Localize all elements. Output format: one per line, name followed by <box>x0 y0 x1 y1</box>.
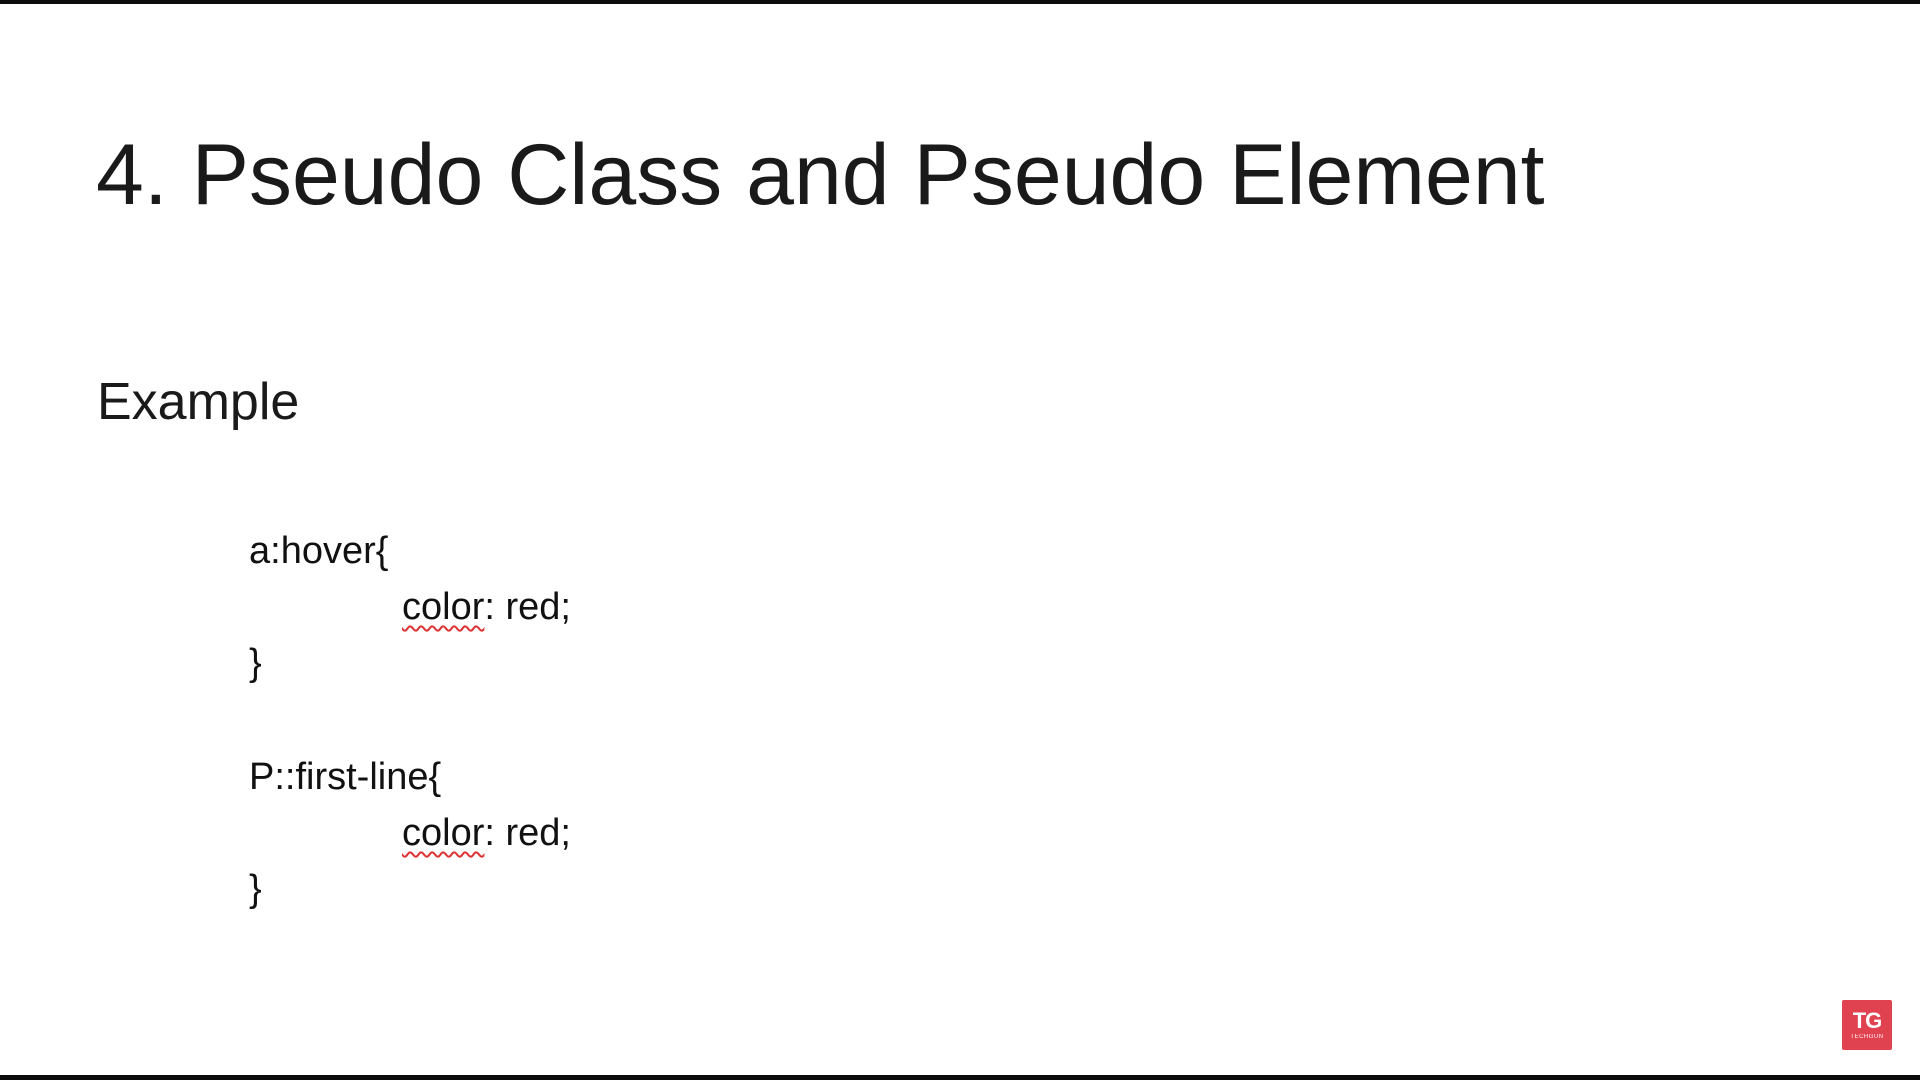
code-block1-open: a:hover{ <box>249 530 389 572</box>
code-block1-declaration: color: red; <box>402 588 571 626</box>
techgun-logo-icon: TG TECHGUN <box>1842 1000 1892 1050</box>
bottom-border <box>0 1075 1920 1080</box>
logo-mark: TG <box>1852 1008 1883 1033</box>
code-block2-close: } <box>249 868 262 910</box>
code-block2-value: : red; <box>484 812 571 854</box>
slide-title: 4. Pseudo Class and Pseudo Element <box>96 127 1545 223</box>
code-block2-declaration: color: red; <box>402 814 571 852</box>
code-block1-close: } <box>249 642 262 684</box>
logo-brand: TECHGUN <box>1850 1034 1884 1040</box>
slide-subtitle: Example <box>97 373 300 431</box>
code-block1-property: color <box>402 586 485 628</box>
code-block1-value: : red; <box>484 586 571 628</box>
code-block2-property: color <box>402 812 485 854</box>
slide: 4. Pseudo Class and Pseudo Element Examp… <box>0 4 1920 1075</box>
code-block2-open: P::first-line{ <box>249 756 442 798</box>
